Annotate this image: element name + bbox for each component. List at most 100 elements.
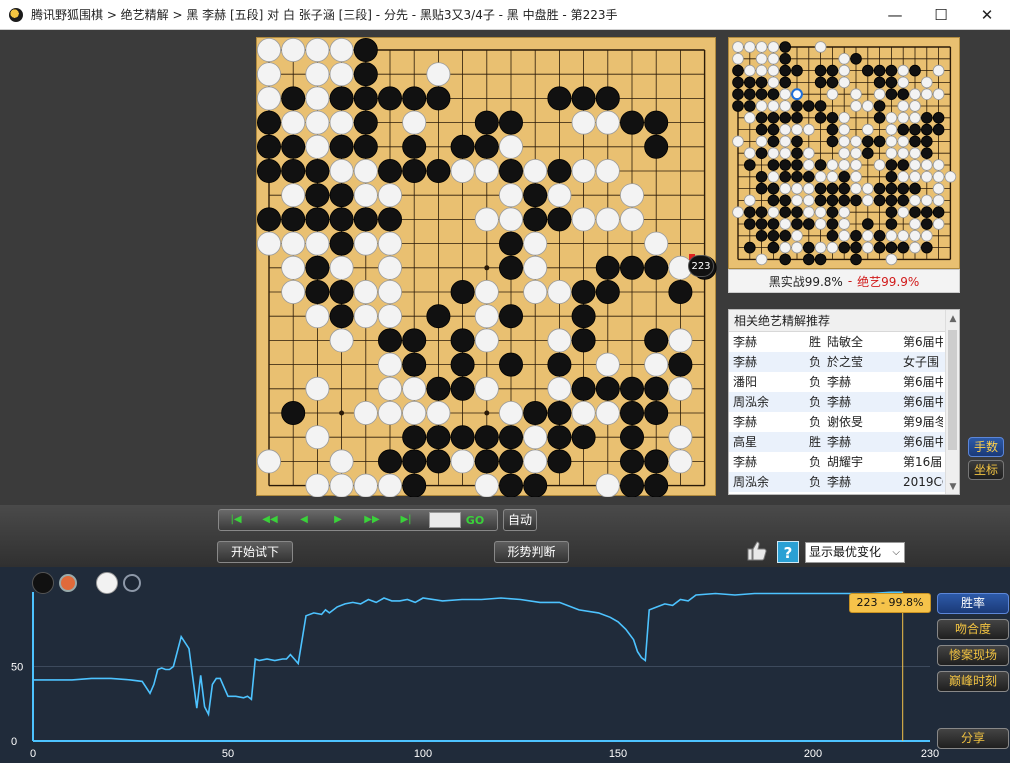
black-stone bbox=[547, 400, 572, 425]
list-item[interactable]: 高星 胜李赫 第6届中 bbox=[729, 432, 959, 452]
white-stone bbox=[256, 62, 282, 87]
black-stone bbox=[791, 112, 803, 124]
black-stone bbox=[281, 134, 306, 159]
black-stone bbox=[755, 218, 768, 230]
next-move-button[interactable]: ▶ bbox=[321, 510, 355, 530]
overview-board[interactable] bbox=[728, 37, 960, 269]
player-black: 潘阳 bbox=[733, 375, 758, 389]
result: 负 bbox=[809, 475, 822, 489]
go-board-canvas[interactable] bbox=[256, 37, 717, 498]
tab-win-rate[interactable]: 胜率 bbox=[937, 593, 1009, 614]
white-stone bbox=[595, 159, 620, 184]
close-button[interactable]: ✕ bbox=[964, 0, 1010, 30]
black-stone bbox=[779, 194, 791, 207]
black-stone bbox=[779, 112, 791, 124]
black-stone bbox=[498, 255, 523, 280]
overview-board-canvas[interactable] bbox=[729, 38, 961, 270]
white-stone bbox=[767, 206, 780, 219]
black-stone bbox=[474, 134, 499, 159]
share-button[interactable]: 分享 bbox=[937, 728, 1009, 749]
first-move-button[interactable]: |◀ bbox=[219, 510, 253, 530]
black-stone bbox=[498, 425, 523, 450]
show-coordinates-button[interactable]: 坐标 bbox=[968, 460, 1004, 480]
white-stone bbox=[779, 147, 791, 159]
white-stone bbox=[498, 183, 523, 208]
black-stone bbox=[450, 328, 475, 353]
scroll-down-icon[interactable]: ▼ bbox=[946, 480, 959, 494]
current-win-rate-label: 223 - 99.8% bbox=[849, 593, 931, 613]
black-stone bbox=[305, 207, 330, 232]
black-stone bbox=[779, 206, 791, 219]
list-item[interactable]: 李赫 负胡耀宇 第16届 bbox=[729, 452, 959, 472]
white-stone bbox=[814, 218, 827, 230]
list-item[interactable]: 潘阳 负李赫 第6届中 bbox=[729, 372, 959, 392]
back-five-button[interactable]: ◀◀ bbox=[253, 510, 287, 530]
last-move-number: 223 bbox=[688, 255, 714, 277]
black-stone bbox=[838, 194, 850, 207]
recommend-scrollbar[interactable]: ▲ ▼ bbox=[945, 310, 959, 494]
black-stone bbox=[932, 206, 945, 219]
white-stone bbox=[838, 206, 850, 219]
list-item[interactable]: 李赫 负谢依旻 第9届冬 bbox=[729, 412, 959, 432]
white-stone bbox=[767, 100, 780, 112]
black-stone bbox=[644, 328, 669, 353]
tab-peak-moments[interactable]: 巅峰时刻 bbox=[937, 671, 1009, 692]
white-stone bbox=[826, 171, 839, 183]
white-stone bbox=[571, 400, 596, 425]
black-stone bbox=[329, 134, 354, 159]
black-stone bbox=[779, 64, 791, 77]
previous-move-button[interactable]: ◀ bbox=[287, 510, 321, 530]
last-move-button[interactable]: ▶| bbox=[389, 510, 423, 530]
show-move-numbers-button[interactable]: 手数 bbox=[968, 437, 1004, 457]
list-item[interactable]: 李赫 胜陆敏全 第6届中 bbox=[729, 332, 959, 352]
position-judge-button[interactable]: 形势判断 bbox=[494, 541, 569, 563]
black-stone bbox=[498, 449, 523, 474]
white-stone bbox=[402, 110, 427, 135]
black-stone bbox=[826, 123, 839, 136]
white-stone bbox=[743, 41, 756, 53]
thumbs-up-icon[interactable] bbox=[745, 539, 769, 563]
tab-match-rate[interactable]: 吻合度 bbox=[937, 619, 1009, 640]
auto-play-button[interactable]: 自动 bbox=[503, 509, 537, 531]
white-stone bbox=[921, 230, 933, 242]
tab-blunders[interactable]: 惨案现场 bbox=[937, 645, 1009, 666]
black-stone bbox=[378, 207, 403, 232]
list-item[interactable]: 李赫 负於之莹 女子围 bbox=[729, 352, 959, 372]
white-stone bbox=[668, 425, 693, 450]
white-stone bbox=[826, 88, 839, 100]
white-stone bbox=[921, 88, 933, 100]
white-stone bbox=[378, 183, 403, 208]
black-stone bbox=[850, 52, 862, 65]
go-button[interactable]: GO bbox=[461, 514, 489, 527]
white-stone bbox=[885, 112, 898, 124]
white-stone bbox=[256, 37, 282, 63]
win-rate-separator: - bbox=[847, 274, 853, 288]
move-number-input[interactable] bbox=[429, 512, 461, 528]
black-stone bbox=[814, 182, 827, 195]
white-stone bbox=[378, 400, 403, 425]
black-stone bbox=[755, 147, 768, 159]
minimize-button[interactable]: — bbox=[872, 0, 918, 30]
list-item[interactable]: 周泓余 负李赫 第6届中 bbox=[729, 392, 959, 412]
maximize-button[interactable]: ☐ bbox=[918, 0, 964, 30]
white-stone bbox=[305, 86, 330, 111]
white-stone bbox=[897, 64, 910, 77]
recommend-list: 李赫胜陆敏全 第6届中 李赫负於之莹 女子围 潘阳负李赫 第6届中 周泓余负李赫 第6届… bbox=[729, 332, 959, 492]
white-stone bbox=[353, 400, 378, 425]
white-stone bbox=[921, 76, 933, 89]
list-item[interactable]: 周泓余 负李赫 2019CC bbox=[729, 472, 959, 492]
scroll-up-icon[interactable]: ▲ bbox=[946, 312, 959, 326]
black-stone bbox=[755, 123, 768, 136]
result: 负 bbox=[809, 395, 822, 409]
scroll-thumb[interactable] bbox=[948, 330, 957, 450]
start-trial-button[interactable]: 开始试下 bbox=[217, 541, 293, 563]
forward-five-button[interactable]: ▶▶ bbox=[355, 510, 389, 530]
black-stone bbox=[329, 86, 354, 111]
white-stone bbox=[474, 159, 499, 184]
variation-select[interactable]: 显示最优变化 ⌵ bbox=[805, 542, 905, 563]
go-board[interactable] bbox=[256, 37, 717, 498]
help-icon[interactable]: ? bbox=[777, 541, 799, 563]
black-stone bbox=[329, 231, 354, 256]
black-stone bbox=[850, 241, 862, 254]
result: 负 bbox=[809, 455, 822, 469]
